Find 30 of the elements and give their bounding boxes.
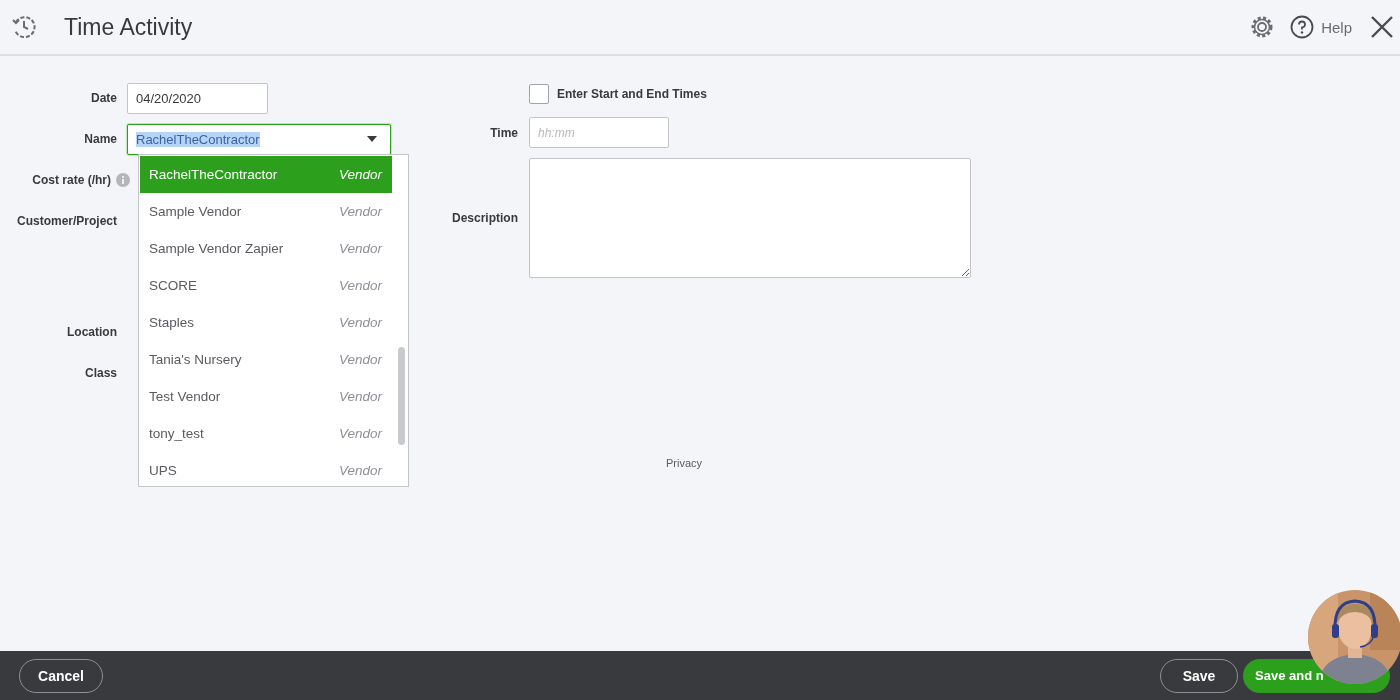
field-label: Name xyxy=(84,132,117,146)
help-icon[interactable] xyxy=(1290,15,1315,39)
help-button[interactable]: Help xyxy=(1290,15,1352,39)
checkbox[interactable] xyxy=(529,84,549,104)
caret-icon[interactable] xyxy=(366,135,378,143)
field-label: Time xyxy=(489,125,518,140)
field-label: Location xyxy=(67,325,117,339)
name-dropdown-field[interactable]: RachelTheContractor xyxy=(127,123,391,155)
field-label: Cost rate (/hr) xyxy=(32,173,111,187)
privacy-link[interactable]: Privacy xyxy=(666,457,703,469)
dropdown-option[interactable]: Staples Vendor xyxy=(140,304,392,341)
dropdown-option[interactable]: UPS Vendor xyxy=(140,452,392,489)
field-label: Customer/Project xyxy=(16,214,117,228)
dropdown-option[interactable]: Sample Vendor Zapier Vendor xyxy=(140,230,392,267)
dropdown-option[interactable]: Sample Vendor Vendor xyxy=(140,193,392,230)
field-label: Date xyxy=(91,91,117,105)
time-field[interactable]: hh:mm xyxy=(529,117,669,148)
checkbox-label: Enter Start and End Times xyxy=(557,87,707,101)
scrollbar-thumb[interactable] xyxy=(398,347,405,445)
dropdown-option[interactable]: tony_test Vendor xyxy=(140,415,392,452)
field-label: Class xyxy=(84,366,117,380)
dropdown-option[interactable]: Tania's Nursery Vendor xyxy=(140,341,392,378)
window-title: Time Activity xyxy=(64,13,193,41)
close-icon[interactable] xyxy=(1370,15,1394,39)
dropdown-option[interactable]: Test Vendor Vendor xyxy=(140,378,392,415)
dropdown-option[interactable]: SCORE Vendor xyxy=(140,267,392,304)
date-field[interactable]: 04/20/2020 xyxy=(127,82,268,114)
field-label: Description xyxy=(451,211,518,225)
clock-icon xyxy=(11,14,37,40)
description-field[interactable] xyxy=(529,158,971,278)
